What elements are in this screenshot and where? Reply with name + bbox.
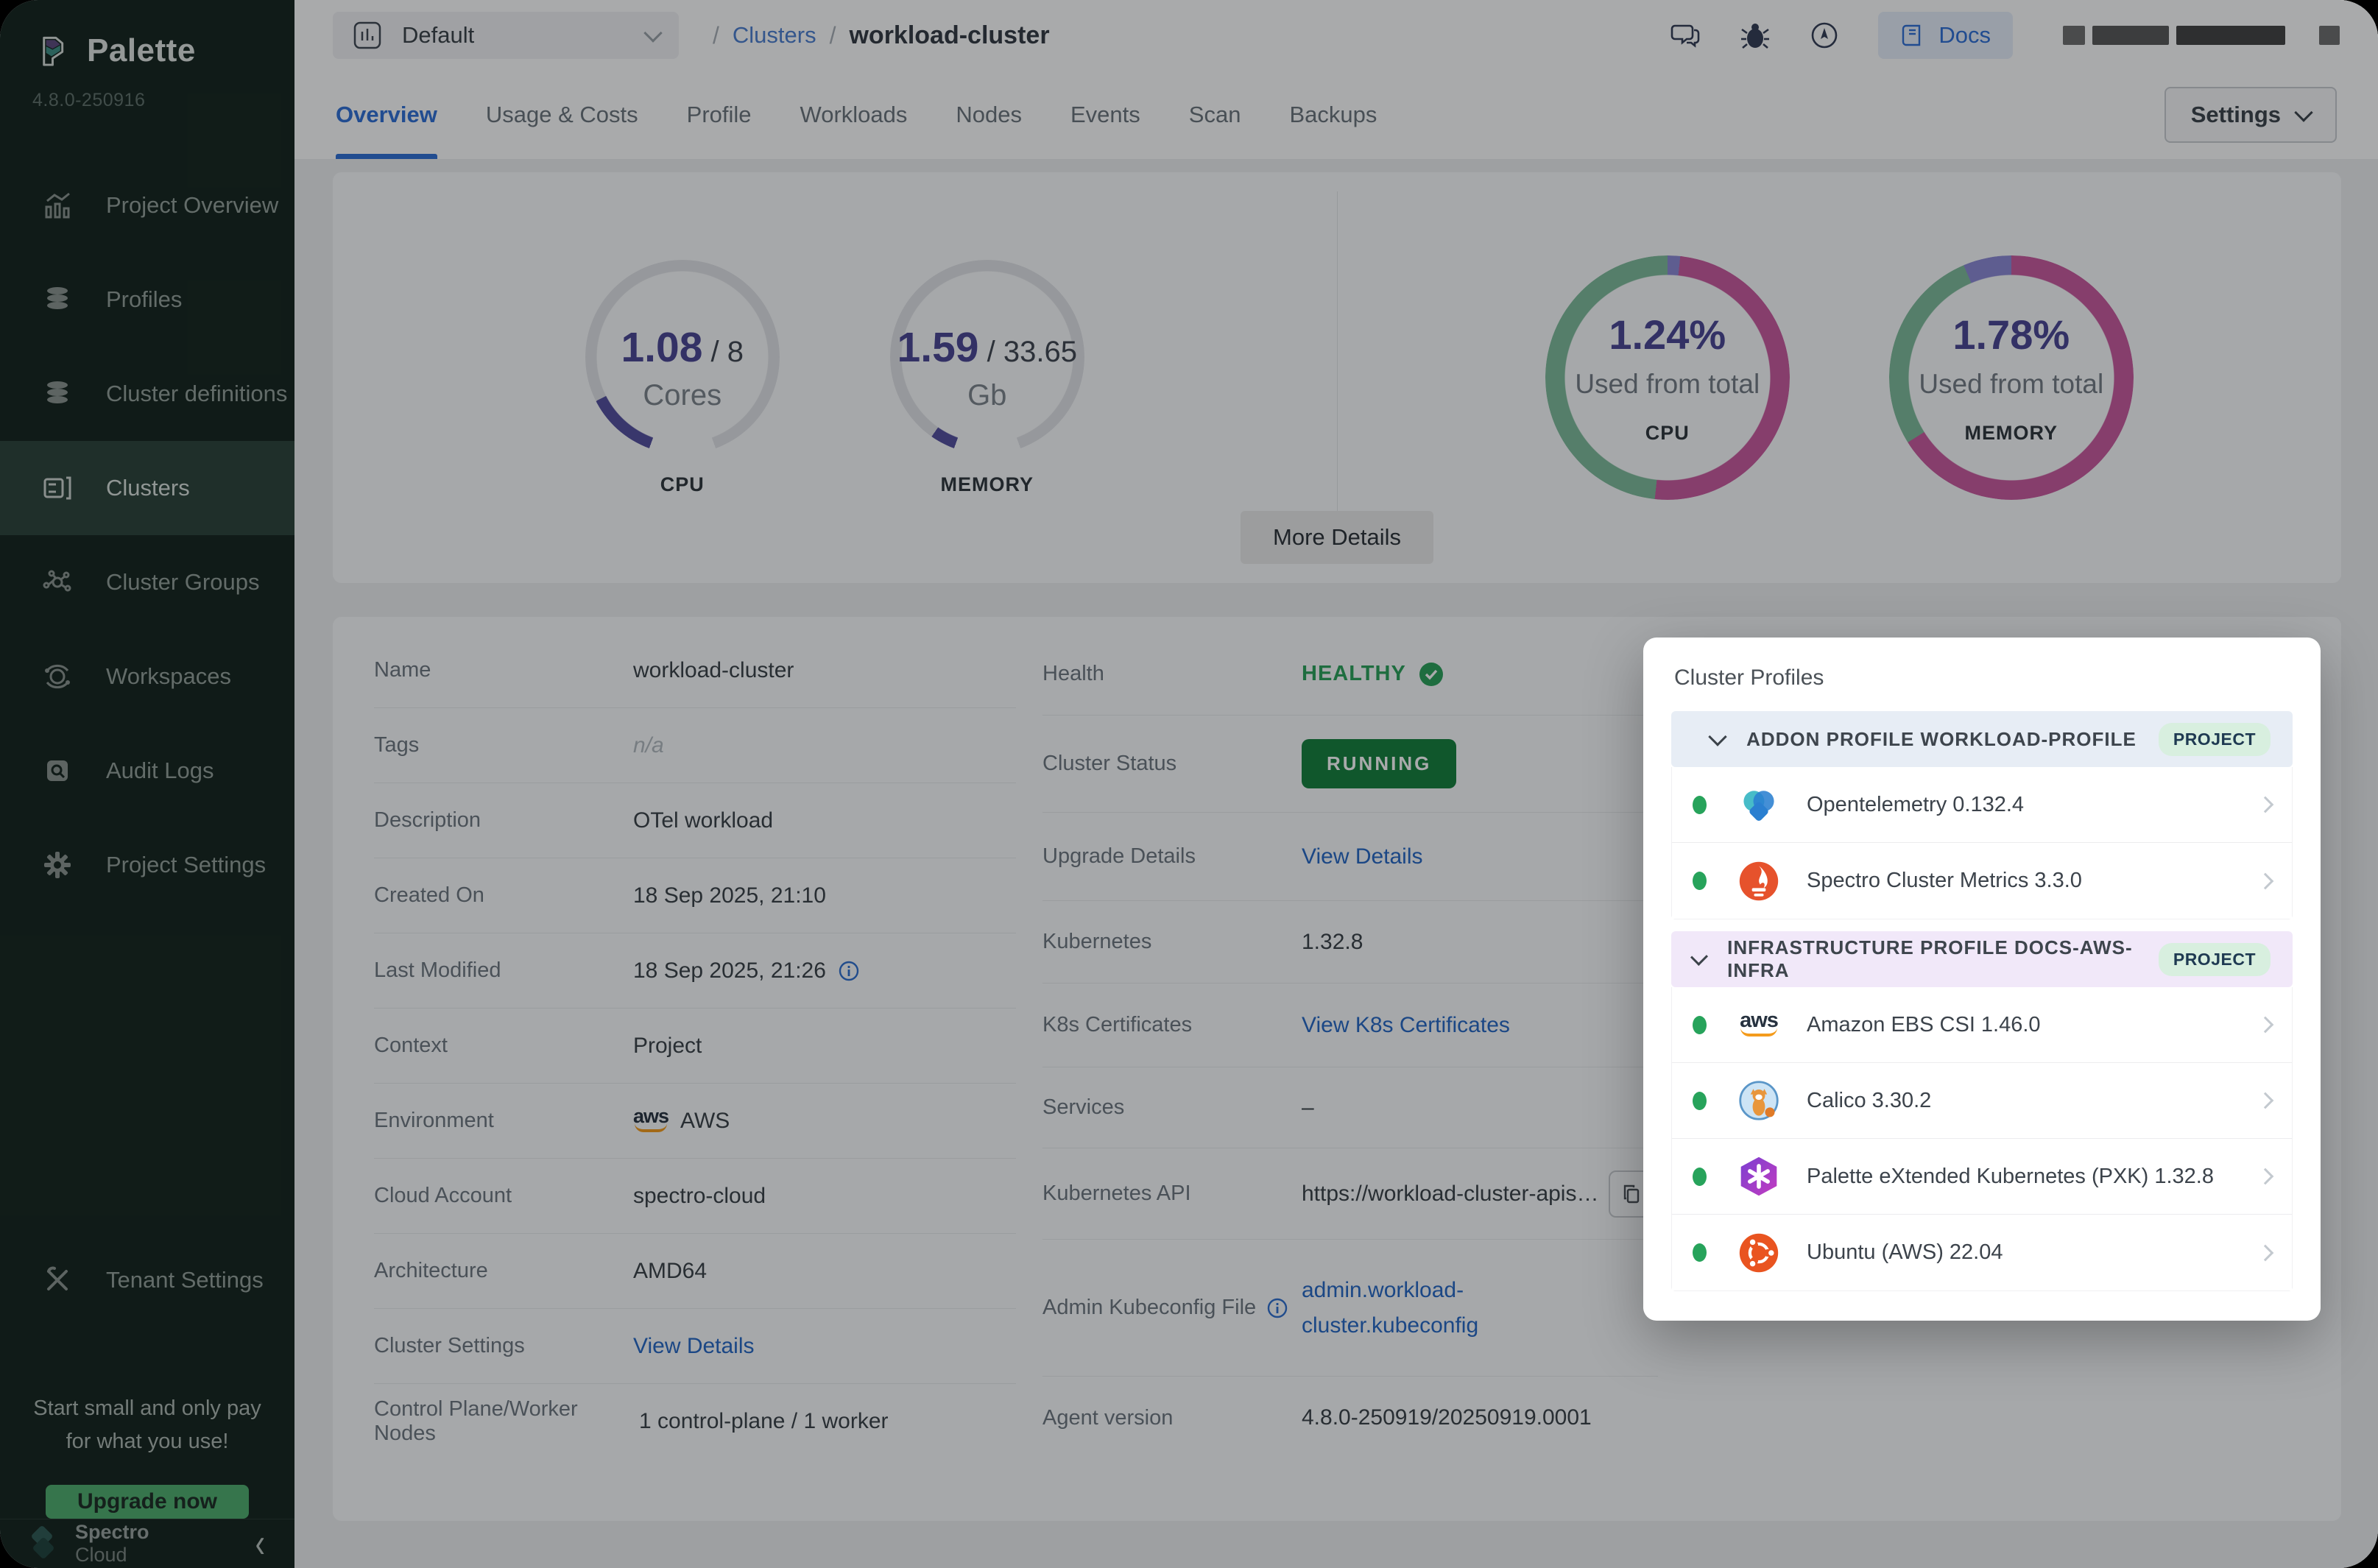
prometheus-icon — [1736, 858, 1782, 904]
opentelemetry-icon — [1736, 782, 1782, 827]
profile-row-opentelemetry[interactable]: Opentelemetry 0.132.4 — [1672, 767, 2292, 843]
profile-row-ubuntu[interactable]: Ubuntu (AWS) 22.04 — [1672, 1215, 2292, 1290]
status-dot-icon — [1693, 1016, 1707, 1034]
profile-row-amazon-ebs-csi[interactable]: aws Amazon EBS CSI 1.46.0 — [1672, 987, 2292, 1063]
project-badge: PROJECT — [2159, 723, 2271, 756]
cluster-profiles-popup: Cluster Profiles ADDON PROFILE WORKLOAD-… — [1643, 638, 2321, 1321]
infrastructure-profile-rows: aws Amazon EBS CSI 1.46.0 Calico 3.30.2 … — [1671, 987, 2293, 1291]
pxk-icon — [1736, 1154, 1782, 1199]
profile-row-pxk[interactable]: Palette eXtended Kubernetes (PXK) 1.32.8 — [1672, 1139, 2292, 1215]
chevron-right-icon — [2257, 1168, 2274, 1185]
chevron-right-icon — [2257, 1244, 2274, 1261]
chevron-right-icon — [2257, 797, 2274, 813]
profile-row-spectro-cluster-metrics[interactable]: Spectro Cluster Metrics 3.3.0 — [1672, 843, 2292, 919]
status-dot-icon — [1693, 872, 1707, 890]
profile-row-calico[interactable]: Calico 3.30.2 — [1672, 1063, 2292, 1139]
status-dot-icon — [1693, 1092, 1707, 1110]
status-dot-icon — [1693, 796, 1707, 814]
popup-title: Cluster Profiles — [1674, 665, 2293, 691]
status-dot-icon — [1693, 1168, 1707, 1186]
status-dot-icon — [1693, 1243, 1707, 1262]
infrastructure-profile-section-header[interactable]: INFRASTRUCTURE PROFILE DOCS-AWS-INFRA PR… — [1671, 931, 2293, 987]
addon-profile-rows: Opentelemetry 0.132.4 Spectro Cluster Me… — [1671, 767, 2293, 919]
addon-profile-section-header[interactable]: ADDON PROFILE WORKLOAD-PROFILE PROJECT — [1671, 711, 2293, 767]
ubuntu-icon — [1736, 1230, 1782, 1276]
calico-icon — [1736, 1078, 1782, 1123]
chevron-right-icon — [2257, 872, 2274, 889]
chevron-right-icon — [2257, 1017, 2274, 1034]
chevron-down-icon — [1690, 948, 1708, 966]
app-window: Palette 4.8.0-250916 Project Overview Pr… — [0, 0, 2378, 1568]
chevron-down-icon — [1708, 727, 1726, 746]
chevron-right-icon — [2257, 1092, 2274, 1109]
aws-icon: aws — [1736, 1002, 1782, 1048]
project-badge: PROJECT — [2159, 943, 2271, 976]
